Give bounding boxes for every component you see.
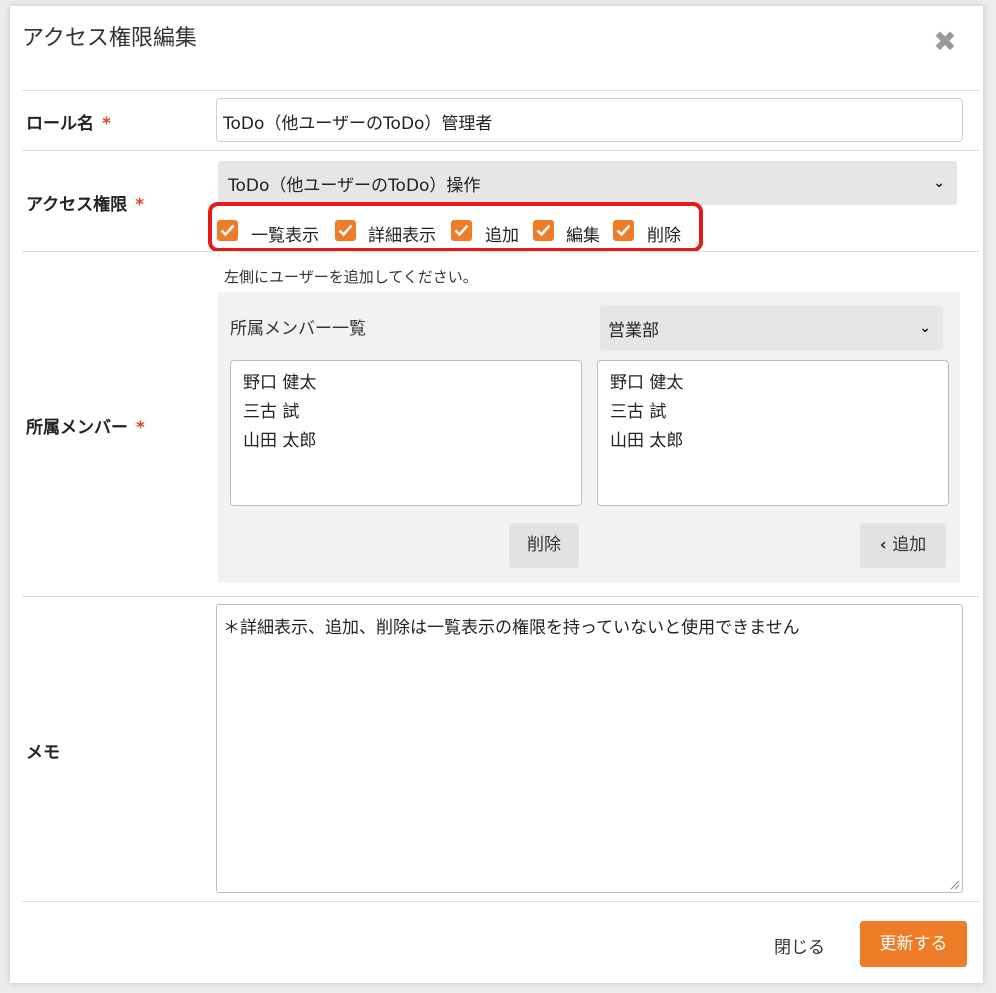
available-users-list[interactable]: 野口 健太 三古 試 山田 太郎 <box>597 360 949 506</box>
department-select[interactable]: 営業部 ⌄ <box>600 306 943 350</box>
update-button[interactable]: 更新する <box>860 921 967 967</box>
add-member-button[interactable]: ‹ 追加 <box>860 523 946 568</box>
access-permission-dialog: アクセス権限編集 ✖ ロール名 * ToDo（他ユーザーのToDo）管理者 アクセ… <box>10 6 983 983</box>
close-button[interactable]: 閉じる <box>774 933 825 958</box>
chevron-left-icon: ‹ <box>879 535 887 555</box>
chevron-down-icon: ⌄ <box>919 320 931 336</box>
checkbox-delete[interactable] <box>613 220 634 241</box>
checkbox-detail-view[interactable] <box>335 220 356 241</box>
list-item[interactable]: 三古 試 <box>243 398 569 427</box>
chevron-down-icon: ⌄ <box>933 175 945 191</box>
list-item[interactable]: 山田 太郎 <box>243 427 569 456</box>
memo-label: メモ <box>26 743 60 763</box>
department-select-value: 営業部 <box>608 321 659 341</box>
memo-text: ＊詳細表示、追加、削除は一覧表示の権限を持っていないと使用できません <box>223 618 800 638</box>
list-item[interactable]: 野口 健太 <box>243 369 569 398</box>
members-label: 所属メンバー * <box>26 418 145 438</box>
access-select-value: ToDo（他ユーザーのToDo）操作 <box>228 176 481 196</box>
required-mark: * <box>102 114 111 134</box>
members-list-title: 所属メンバー一覧 <box>230 319 366 339</box>
required-mark: * <box>136 418 145 438</box>
checkbox-edit[interactable] <box>533 220 554 241</box>
assigned-members-list[interactable]: 野口 健太 三古 試 山田 太郎 <box>230 360 582 506</box>
list-item[interactable]: 山田 太郎 <box>610 427 936 456</box>
access-select[interactable]: ToDo（他ユーザーのToDo）操作 ⌄ <box>218 161 957 205</box>
role-name-input[interactable]: ToDo（他ユーザーのToDo）管理者 <box>216 98 963 142</box>
list-item[interactable]: 野口 健太 <box>610 369 936 398</box>
divider <box>22 150 980 151</box>
close-icon[interactable]: ✖ <box>929 26 961 58</box>
checkbox-add[interactable] <box>451 220 472 241</box>
checkbox-label-list-view: 一覧表示 <box>251 226 319 246</box>
resize-handle-icon[interactable] <box>950 880 960 890</box>
divider <box>22 251 980 252</box>
members-help-text: 左側にユーザーを追加してください。 <box>224 268 478 286</box>
divider <box>22 596 980 597</box>
access-label: アクセス権限 * <box>26 195 145 215</box>
checkbox-label-edit: 編集 <box>566 226 600 246</box>
divider <box>22 90 980 91</box>
divider <box>22 901 980 902</box>
role-name-label: ロール名 * <box>26 114 111 134</box>
checkbox-label-detail-view: 詳細表示 <box>368 226 436 246</box>
dialog-title: アクセス権限編集 <box>22 26 197 51</box>
checkbox-label-delete: 削除 <box>647 226 681 246</box>
list-item[interactable]: 三古 試 <box>610 398 936 427</box>
members-panel: 所属メンバー一覧 営業部 ⌄ 野口 健太 三古 試 山田 太郎 野口 健太 三古… <box>218 292 960 582</box>
add-member-label: 追加 <box>892 535 927 555</box>
remove-member-button[interactable]: 削除 <box>509 523 579 568</box>
checkbox-label-add: 追加 <box>485 226 519 246</box>
memo-textarea[interactable]: ＊詳細表示、追加、削除は一覧表示の権限を持っていないと使用できません <box>216 604 963 893</box>
required-mark: * <box>135 195 145 215</box>
checkbox-list-view[interactable] <box>217 220 238 241</box>
